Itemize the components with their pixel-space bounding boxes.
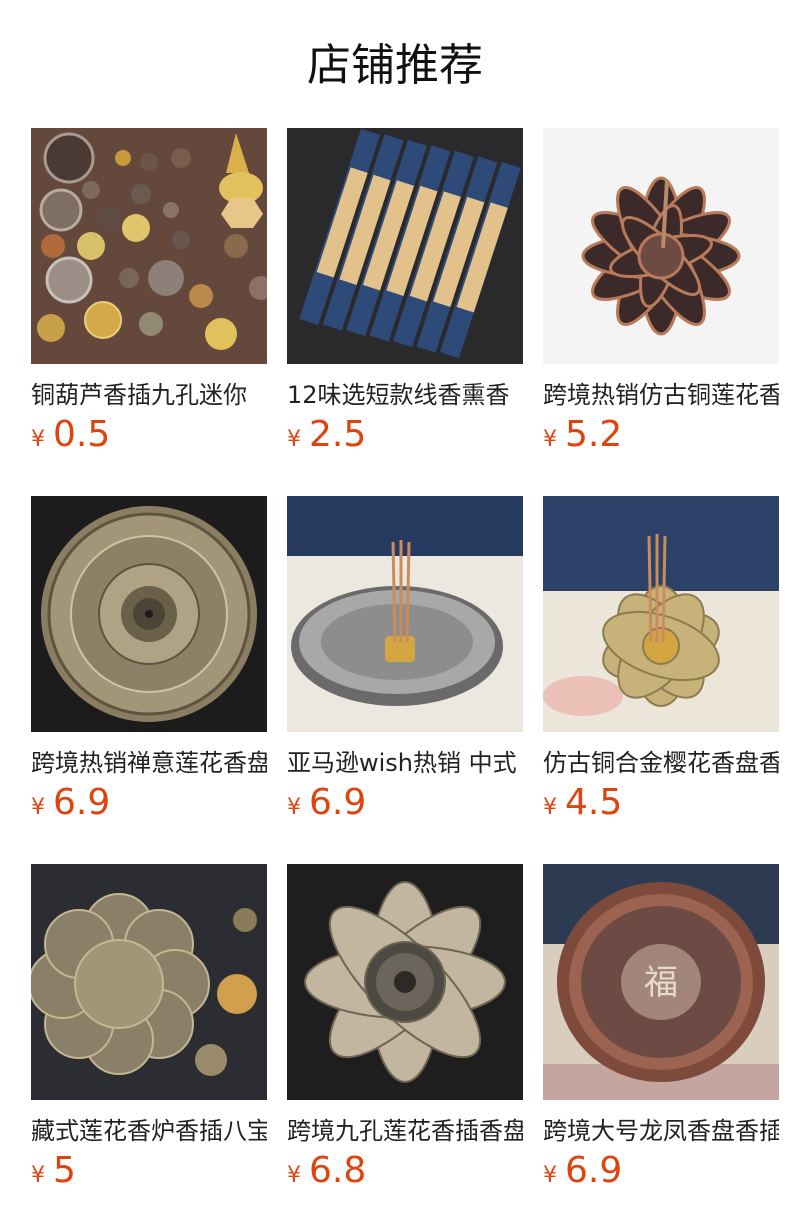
product-name[interactable]: 藏式莲花香炉香插八宝	[31, 1115, 267, 1147]
currency-symbol: ¥	[31, 795, 45, 820]
product-image[interactable]	[543, 496, 779, 732]
product-card[interactable]: 跨境九孔莲花香插香盘 ¥6.8	[287, 864, 523, 1194]
price-value: 6.9	[565, 1150, 623, 1191]
currency-symbol: ¥	[287, 795, 301, 820]
price-value: 5	[53, 1150, 76, 1191]
product-image[interactable]	[543, 128, 779, 364]
product-card[interactable]: 铜葫芦香插九孔迷你 ¥0.5	[31, 128, 267, 458]
currency-symbol: ¥	[31, 1163, 45, 1188]
product-card[interactable]: 福 跨境大号龙凤香盘香插 ¥6.9	[543, 864, 779, 1194]
product-price: ¥5	[31, 1151, 76, 1191]
currency-symbol: ¥	[543, 795, 557, 820]
product-card[interactable]: 12味选短款线香熏香 ¥2.5	[287, 128, 523, 458]
product-price: ¥6.9	[31, 783, 110, 823]
svg-text:福: 福	[644, 963, 678, 1003]
product-price: ¥6.8	[287, 1151, 366, 1191]
product-name[interactable]: 跨境九孔莲花香插香盘	[287, 1115, 523, 1147]
currency-symbol: ¥	[287, 1163, 301, 1188]
product-name[interactable]: 亚马逊wish热销 中式	[287, 747, 523, 779]
product-name[interactable]: 铜葫芦香插九孔迷你	[31, 379, 267, 411]
product-card[interactable]: 跨境热销禅意莲花香盘 ¥6.9	[31, 496, 267, 826]
product-image[interactable]	[31, 864, 267, 1100]
currency-symbol: ¥	[31, 427, 45, 452]
product-card[interactable]: 亚马逊wish热销 中式 ¥6.9	[287, 496, 523, 826]
product-name[interactable]: 跨境大号龙凤香盘香插	[543, 1115, 779, 1147]
product-image[interactable]	[287, 864, 523, 1100]
product-name[interactable]: 仿古铜合金樱花香盘香	[543, 747, 779, 779]
product-price: ¥5.2	[543, 415, 622, 455]
product-price: ¥4.5	[543, 783, 622, 823]
price-value: 5.2	[565, 414, 623, 455]
page-title: 店铺推荐	[307, 40, 483, 91]
product-image[interactable]	[287, 496, 523, 732]
product-card[interactable]: 仿古铜合金樱花香盘香 ¥4.5	[543, 496, 779, 826]
product-image[interactable]: 福	[543, 864, 779, 1100]
price-value: 6.9	[309, 782, 367, 823]
product-image[interactable]	[31, 496, 267, 732]
product-name[interactable]: 跨境热销禅意莲花香盘	[31, 747, 267, 779]
price-value: 6.8	[309, 1150, 367, 1191]
currency-symbol: ¥	[543, 1163, 557, 1188]
currency-symbol: ¥	[287, 427, 301, 452]
product-image[interactable]	[31, 128, 267, 364]
product-price: ¥0.5	[31, 415, 110, 455]
product-price: ¥2.5	[287, 415, 366, 455]
product-name[interactable]: 12味选短款线香熏香	[287, 379, 523, 411]
product-image[interactable]	[287, 128, 523, 364]
price-value: 0.5	[53, 414, 111, 455]
product-price: ¥6.9	[287, 783, 366, 823]
currency-symbol: ¥	[543, 427, 557, 452]
product-card[interactable]: 跨境热销仿古铜莲花香 ¥5.2	[543, 128, 779, 458]
price-value: 6.9	[53, 782, 111, 823]
product-price: ¥6.9	[543, 1151, 622, 1191]
price-value: 4.5	[565, 782, 623, 823]
product-name[interactable]: 跨境热销仿古铜莲花香	[543, 379, 779, 411]
price-value: 2.5	[309, 414, 367, 455]
product-card[interactable]: 藏式莲花香炉香插八宝 ¥5	[31, 864, 267, 1194]
